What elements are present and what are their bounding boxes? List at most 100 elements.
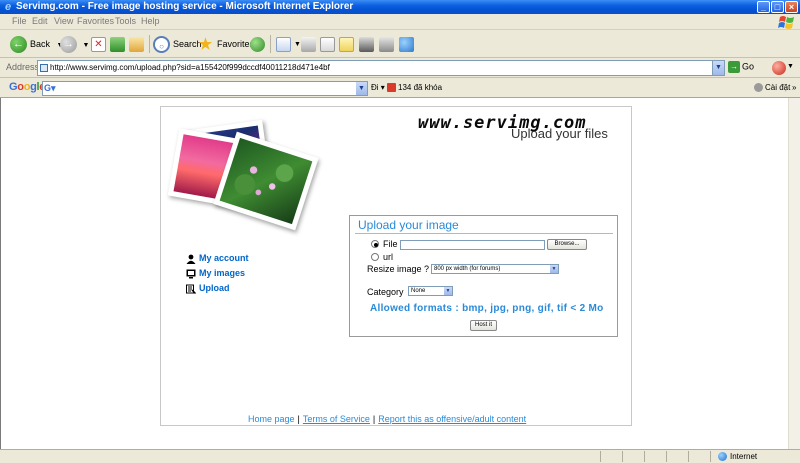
maximize-button[interactable]: □: [771, 1, 784, 13]
minimize-button[interactable]: _: [757, 1, 770, 13]
footer-report-link[interactable]: Report this as offensive/adult content: [378, 414, 526, 424]
footer-terms-link[interactable]: Terms of Service: [303, 414, 370, 424]
popup-blocked-icon: [387, 83, 396, 93]
url-label: url: [383, 252, 394, 262]
site-tagline: Upload your files: [511, 126, 608, 141]
windows-logo-icon: [778, 16, 794, 29]
history-icon[interactable]: [250, 37, 265, 52]
back-arrow-icon: ←: [10, 36, 27, 54]
window-title: Servimg.com - Free image hosting service…: [16, 1, 354, 12]
status-cell: [600, 451, 622, 462]
file-label: File: [383, 239, 398, 249]
address-dropdown-icon[interactable]: ▼: [712, 61, 724, 75]
address-bar: Address http://www.servimg.com/upload.ph…: [0, 58, 800, 78]
url-radio[interactable]: [371, 253, 379, 261]
menu-favorites[interactable]: Favorites: [77, 16, 114, 26]
upload-form: Upload your image File Browse... url Res…: [349, 215, 618, 337]
messenger-icon[interactable]: [359, 37, 374, 52]
back-button[interactable]: ←Back ▼: [10, 34, 63, 54]
search-button[interactable]: ○ Search: [153, 34, 202, 54]
menu-file[interactable]: File: [12, 16, 27, 26]
toolbar-overflow-icon[interactable]: »: [792, 83, 796, 92]
status-bar: Internet: [0, 449, 800, 463]
security-zone: Internet: [718, 451, 757, 462]
mail-icon[interactable]: [276, 37, 291, 52]
nav-my-images[interactable]: My images: [186, 268, 245, 279]
main-panel: www.servimg.com Upload your files My acc…: [160, 106, 632, 426]
allowed-formats-text: Allowed formats : bmp, jpg, png, gif, ti…: [370, 303, 604, 314]
resize-select-value: 800 px width (for forums): [434, 266, 501, 272]
research-icon[interactable]: [379, 37, 394, 52]
file-path-input[interactable]: [400, 240, 545, 250]
popup-blocked-label: 134 đã khóa: [398, 83, 443, 92]
footer-links: Home page | Terms of Service | Report this a…: [248, 414, 526, 424]
google-go-label: Đi: [371, 83, 379, 92]
menu-help[interactable]: Help: [141, 16, 160, 26]
go-button[interactable]: → Go: [728, 61, 754, 73]
status-cell: [622, 451, 644, 462]
favorites-button[interactable]: ★ Favorites: [197, 34, 254, 54]
menu-tools[interactable]: Tools: [115, 16, 136, 26]
status-cell: [644, 451, 666, 462]
nav-my-images-label: My images: [199, 268, 246, 278]
norton-dropdown-icon[interactable]: ▼: [787, 63, 794, 70]
standard-toolbar: ←Back ▼ → ▼ ✕ ○Search ★ Favorites ▼: [0, 30, 800, 58]
google-search-input[interactable]: G▾ ▼: [42, 81, 368, 96]
popup-blocker[interactable]: 134 đã khóa: [387, 83, 443, 93]
refresh-icon[interactable]: [110, 37, 125, 52]
menu-edit[interactable]: Edit: [32, 16, 48, 26]
internet-globe-icon: [718, 452, 727, 462]
forward-arrow-icon: →: [60, 36, 77, 54]
upload-form-title: Upload your image: [358, 218, 459, 232]
go-arrow-icon: →: [728, 61, 740, 73]
home-icon[interactable]: [129, 37, 144, 52]
user-icon: [186, 254, 196, 264]
status-cell: [666, 451, 688, 462]
close-button[interactable]: ×: [785, 1, 798, 13]
security-zone-label: Internet: [730, 452, 758, 461]
resize-select[interactable]: 800 px width (for forums) ▼: [431, 264, 559, 274]
resize-label: Resize image ?: [367, 264, 430, 274]
page-viewport: www.servimg.com Upload your files My acc…: [0, 98, 788, 449]
footer-home-link[interactable]: Home page: [248, 414, 295, 424]
address-url: http://www.servimg.com/upload.php?sid=a1…: [50, 63, 330, 72]
forward-dropdown-icon[interactable]: ▼: [83, 42, 90, 49]
forward-button[interactable]: → ▼: [60, 34, 89, 54]
monitor-icon: [186, 269, 196, 279]
browse-button[interactable]: Browse...: [547, 239, 587, 250]
host-it-button[interactable]: Host it: [470, 320, 497, 331]
google-logo[interactable]: Google: [9, 81, 45, 93]
go-label: Go: [742, 61, 755, 72]
vertical-scrollbar[interactable]: [788, 98, 800, 449]
form-title-divider: [355, 233, 613, 234]
footer-separator: |: [372, 414, 376, 424]
google-search-dropdown-icon[interactable]: ▼: [356, 82, 367, 95]
nav-upload[interactable]: Upload: [186, 283, 230, 294]
menu-view[interactable]: View: [54, 16, 73, 26]
star-icon: ★: [198, 36, 213, 54]
google-go-button[interactable]: Đi ▾: [371, 83, 385, 92]
favorites-label: Favorites: [217, 39, 255, 49]
file-radio[interactable]: [371, 240, 379, 248]
print-icon[interactable]: [301, 37, 316, 52]
category-label: Category: [367, 287, 404, 297]
nav-upload-label: Upload: [199, 283, 230, 293]
people-icon[interactable]: [399, 37, 414, 52]
status-cell: [688, 451, 710, 462]
discuss-icon[interactable]: [339, 37, 354, 52]
settings-icon: [754, 83, 763, 93]
category-select[interactable]: None ▼: [408, 286, 453, 296]
google-g-icon: G▾: [44, 83, 56, 93]
mail-dropdown-icon[interactable]: ▼: [294, 41, 301, 48]
photos-illustration: [167, 113, 319, 233]
google-settings-button[interactable]: Cài đặt: [754, 83, 791, 93]
norton-icon[interactable]: [772, 61, 786, 75]
nav-my-account-label: My account: [199, 253, 249, 263]
google-settings-label: Cài đặt: [765, 83, 791, 92]
upload-icon: [186, 284, 196, 294]
edit-icon[interactable]: [320, 37, 335, 52]
nav-my-account[interactable]: My account: [186, 253, 249, 264]
stop-icon[interactable]: ✕: [91, 37, 106, 52]
page-icon: [40, 64, 48, 72]
address-input[interactable]: http://www.servimg.com/upload.php?sid=a1…: [37, 60, 725, 76]
